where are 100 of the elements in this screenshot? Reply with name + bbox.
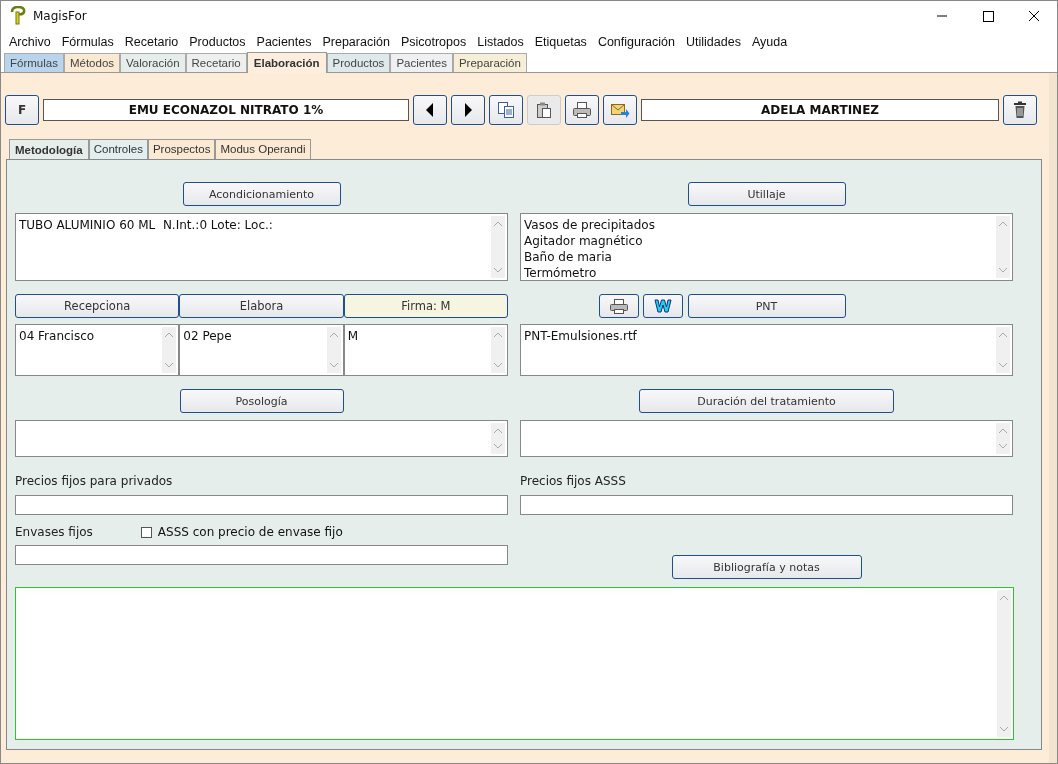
tab[interactable]: Metodología	[9, 139, 89, 159]
text-line: PNT-Emulsiones.rtf	[524, 328, 638, 344]
word-button[interactable]	[642, 294, 683, 318]
app-logo-icon	[9, 6, 27, 26]
scroll-down-icon[interactable]	[493, 267, 503, 274]
scroll-up-icon[interactable]	[493, 220, 503, 227]
text-line: 04 Francisco	[19, 328, 96, 344]
text-line: Vasos de precipitados	[524, 217, 656, 233]
menu-item[interactable]: Archivo	[9, 34, 51, 49]
patient-name-field[interactable]: ADELA MARTINEZ	[641, 99, 999, 121]
menu-item[interactable]: Pacientes	[256, 34, 312, 49]
previous-button[interactable]	[413, 95, 447, 125]
menu-item[interactable]: Ayuda	[751, 34, 788, 49]
bibliography-button[interactable]: Bibliografía y notas	[671, 555, 862, 579]
scroll-up-icon[interactable]	[493, 331, 503, 338]
envelope-arrow-icon	[610, 101, 630, 119]
staff-text-area[interactable]: 04 Francisco	[15, 324, 180, 376]
asss-price-field[interactable]	[520, 495, 1013, 515]
window-title: MagisFor	[33, 9, 87, 23]
scroll-down-icon[interactable]	[493, 362, 503, 369]
tab[interactable]: Productos	[326, 53, 391, 72]
scroll-down-icon[interactable]	[998, 267, 1008, 274]
staff-text-area[interactable]: 02 Pepe	[179, 324, 344, 376]
text-line: TUBO ALUMINIO 60 ML N.Int.:0 Lote: Loc.:	[19, 217, 274, 233]
delete-button[interactable]	[1003, 95, 1037, 125]
print-button[interactable]	[598, 294, 639, 318]
trash-icon	[1013, 101, 1027, 119]
clipboard-icon	[535, 101, 553, 119]
duration-text-area[interactable]	[520, 420, 1013, 457]
packaging-text-area[interactable]: TUBO ALUMINIO 60 ML N.Int.:0 Lote: Loc.:	[15, 213, 508, 281]
checkbox[interactable]	[140, 526, 152, 538]
duration-button[interactable]: Duración del tratamiento	[639, 389, 894, 413]
scroll-up-icon[interactable]	[998, 331, 1008, 338]
menu-item[interactable]: Listados	[477, 34, 524, 49]
printer-icon	[572, 101, 592, 119]
staff-text-area[interactable]: M	[343, 324, 508, 376]
text-line: Termómetro	[524, 265, 598, 281]
menu-item[interactable]: Productos	[189, 34, 246, 49]
menu-item[interactable]: Configuración	[597, 34, 675, 49]
scroll-down-icon[interactable]	[328, 362, 339, 369]
utillaje-button[interactable]: Utillaje	[687, 182, 846, 206]
scroll-up-icon[interactable]	[999, 594, 1009, 601]
tab[interactable]: Métodos	[63, 53, 121, 72]
scroll-down-icon[interactable]	[998, 362, 1008, 369]
staff-button[interactable]: Firma: M	[343, 294, 508, 318]
pnt-text-area[interactable]: PNT-Emulsiones.rtf	[520, 324, 1013, 376]
tab[interactable]: Recetario	[185, 53, 247, 72]
print-button[interactable]	[565, 95, 599, 125]
staff-button[interactable]: Elabora	[179, 294, 344, 318]
field-label: Precios fijos ASSS	[520, 474, 626, 488]
scroll-up-icon[interactable]	[328, 331, 339, 338]
tab[interactable]: Preparación	[452, 53, 527, 72]
scroll-up-icon[interactable]	[998, 220, 1008, 227]
copy-icon	[497, 101, 515, 119]
tab[interactable]: Pacientes	[390, 53, 453, 72]
menu-item[interactable]: Utilidades	[686, 34, 741, 49]
left-triangle-icon	[425, 103, 435, 117]
acondicionamiento-button[interactable]: Acondicionamiento	[182, 182, 341, 206]
menu-item[interactable]: Recetario	[124, 34, 179, 49]
notes-text-area[interactable]	[15, 587, 1014, 740]
next-button[interactable]	[451, 95, 485, 125]
tab[interactable]: Elaboración	[246, 52, 327, 73]
scroll-down-icon[interactable]	[998, 443, 1008, 450]
menu-item[interactable]: Preparación	[322, 34, 390, 49]
menu-item[interactable]: Etiquetas	[534, 34, 587, 49]
paste-button[interactable]	[527, 95, 561, 125]
scroll-down-icon[interactable]	[164, 362, 175, 369]
w-letter-icon	[653, 299, 672, 313]
private-price-field[interactable]	[15, 495, 508, 515]
tab[interactable]: Fórmulas	[4, 53, 64, 72]
text-line: Agitador magnético	[524, 233, 644, 249]
formula-name-field[interactable]: EMU ECONAZOL NITRATO 1%	[43, 99, 409, 121]
pnt-button[interactable]: PNT	[687, 294, 846, 318]
right-triangle-icon	[463, 103, 473, 117]
printer-icon	[608, 298, 629, 314]
posologia-button[interactable]: Posología	[179, 389, 344, 413]
field-label: Envases fijos	[15, 525, 93, 539]
equipment-text-area[interactable]: Vasos de precipitados Agitador magnético Baño de maria Termómetro	[520, 213, 1013, 281]
tab[interactable]: Prospectos	[147, 139, 216, 159]
tab[interactable]: Controles	[88, 139, 148, 159]
scroll-down-icon[interactable]	[999, 726, 1009, 733]
send-button[interactable]	[603, 95, 637, 125]
fixed-packages-field[interactable]	[15, 545, 508, 565]
checkbox-label: ASSS con precio de envase fijo	[157, 525, 343, 539]
tab[interactable]: Modus Operandi	[215, 139, 311, 159]
scroll-up-icon[interactable]	[493, 427, 503, 434]
dosage-text-area[interactable]	[15, 420, 508, 457]
tab[interactable]: Valoración	[120, 53, 186, 72]
text-line: Baño de maria	[524, 249, 613, 265]
field-label: Precios fijos para privados	[15, 474, 173, 488]
scroll-down-icon[interactable]	[493, 443, 503, 450]
staff-button[interactable]: Recepciona	[15, 294, 180, 318]
copy-button[interactable]	[489, 95, 523, 125]
menu-item[interactable]: Fórmulas	[61, 34, 114, 49]
text-line: M	[347, 328, 359, 344]
scroll-up-icon[interactable]	[998, 427, 1008, 434]
formula-button[interactable]: F	[5, 95, 39, 125]
text-line: 02 Pepe	[183, 328, 233, 344]
scroll-up-icon[interactable]	[164, 331, 175, 338]
menu-item[interactable]: Psicotropos	[400, 34, 467, 49]
